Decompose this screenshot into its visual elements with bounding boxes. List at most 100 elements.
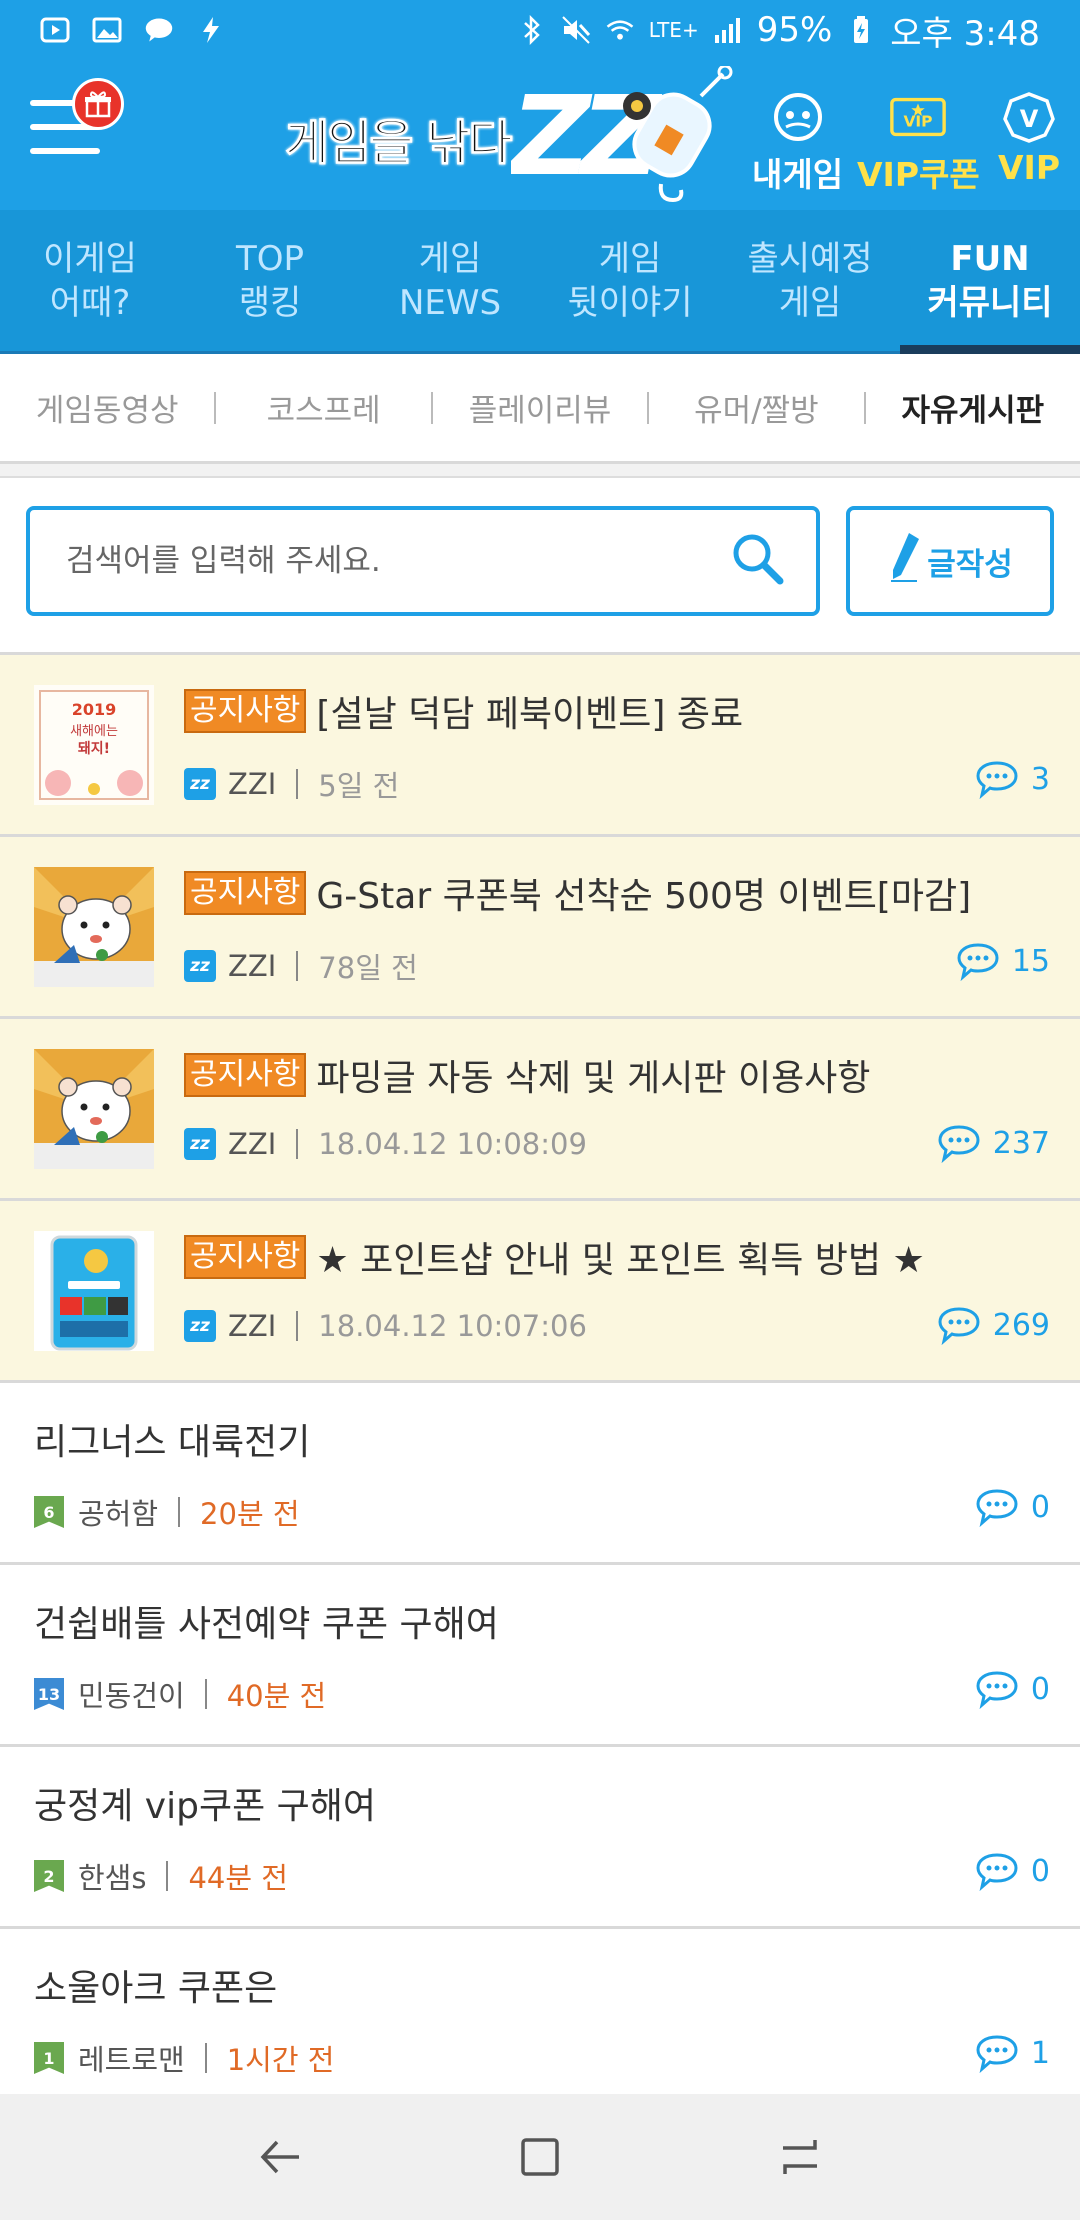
write-post-label: 글작성	[927, 546, 1013, 583]
vip-button[interactable]: V VIP	[998, 90, 1060, 187]
post-title: 공지사항 파밍글 자동 삭제 및 게시판 이용사항	[184, 1049, 870, 1101]
post-title: 건쉽배틀 사전예약 쿠폰 구해여	[34, 1604, 499, 1645]
subtab-game-videos[interactable]: 게임동영상	[0, 385, 214, 430]
kakaotalk-icon	[144, 15, 174, 45]
post-title: 소울아크 쿠폰은	[34, 1968, 278, 2009]
tab-game-news[interactable]: 게임 NEWS	[360, 210, 540, 351]
divider	[166, 1861, 169, 1891]
post-time: 78일 전	[318, 951, 418, 985]
sub-tabs: 게임동영상 코스프레 플레이리뷰 유머/짤방 자유게시판	[0, 354, 1080, 464]
tab-top-ranking[interactable]: TOP 랭킹	[180, 210, 360, 351]
tab-line2: 게임	[778, 282, 842, 323]
status-system: LTE+ 95% 오후 3:48	[517, 6, 1040, 55]
tab-upcoming-games[interactable]: 출시예정 게임	[720, 210, 900, 351]
app-header: 게임을 낚다 ZZ 내게임 VIP VIP쿠폰 V VIP	[0, 60, 1080, 210]
comment-icon	[976, 1853, 1018, 1891]
bolt-icon	[196, 15, 226, 45]
write-post-button[interactable]: 글작성	[846, 506, 1054, 616]
comment-icon	[976, 761, 1018, 799]
post-time: 44분 전	[188, 1861, 288, 1895]
post-title: 공지사항 ★ 포인트샵 안내 및 포인트 획득 방법 ★	[184, 1231, 925, 1283]
vip-coupon-icon: VIP	[888, 90, 948, 144]
comment-icon	[976, 1671, 1018, 1709]
list-item[interactable]: 공지사항 파밍글 자동 삭제 및 게시판 이용사항 zz ZZI 18.04.1…	[0, 1019, 1080, 1201]
subtab-play-review[interactable]: 플레이리뷰	[433, 385, 647, 430]
divider	[204, 1679, 207, 1709]
recents-icon	[783, 2140, 817, 2174]
comment-count-value: 237	[992, 1125, 1050, 1161]
post-time: 40분 전	[226, 1679, 327, 1713]
vip-coupon-button[interactable]: VIP VIP쿠폰	[857, 90, 980, 196]
tab-game-story[interactable]: 게임 뒷이야기	[540, 210, 720, 351]
vip-coupon-label: VIP쿠폰	[857, 155, 980, 194]
list-item[interactable]: 리그너스 대륙전기 6 공허함 20분 전 0	[0, 1383, 1080, 1565]
divider	[296, 951, 299, 981]
list-item[interactable]: 소울아크 쿠폰은 1 레트로맨 1시간 전 1	[0, 1929, 1080, 2111]
status-notifications	[40, 15, 226, 45]
post-author: ZZI	[228, 1127, 277, 1161]
divider	[296, 1129, 299, 1159]
comment-icon	[976, 2035, 1018, 2073]
list-item[interactable]: 공지사항 G-Star 쿠폰북 선착순 500명 이벤트[마감] zz ZZI …	[0, 837, 1080, 1019]
tab-line2: 어때?	[49, 282, 131, 323]
menu-line	[30, 148, 100, 154]
post-thumbnail	[34, 1231, 154, 1351]
svg-text:VIP: VIP	[904, 113, 933, 131]
hamster-mascot-image	[34, 867, 154, 987]
post-meta: 13 민동건이 40분 전	[34, 1673, 326, 1715]
post-title: 공지사항 [설날 덕담 페북이벤트] 종료	[184, 685, 743, 737]
back-button[interactable]	[240, 2117, 320, 2197]
post-time: 1시간 전	[226, 2043, 335, 2077]
svg-text:2019: 2019	[72, 700, 117, 719]
post-meta: 6 공허함 20분 전	[34, 1491, 300, 1533]
subtab-free-board[interactable]: 자유게시판	[866, 385, 1080, 430]
gift-icon[interactable]	[72, 78, 124, 130]
subtab-cosplay[interactable]: 코스프레	[216, 385, 430, 430]
system-nav-bar	[0, 2094, 1080, 2220]
notice-badge: 공지사항	[184, 1053, 307, 1097]
comment-count-value: 269	[992, 1307, 1050, 1343]
comment-count-value: 0	[1030, 1853, 1050, 1889]
list-item[interactable]: 건쉽배틀 사전예약 쿠폰 구해여 13 민동건이 40분 전 0	[0, 1565, 1080, 1747]
post-title-text: G-Star 쿠폰북 선착순 500명 이벤트[마감]	[316, 876, 972, 917]
post-meta: zz ZZI 18.04.12 10:08:09	[184, 1127, 587, 1161]
list-item[interactable]: 2019 새해에는 돼지! 공지사항 [설날 덕담 페북이벤트] 종료 zz Z…	[0, 655, 1080, 837]
list-item[interactable]: 궁정계 vip쿠폰 구해여 2 한샘s 44분 전 0	[0, 1747, 1080, 1929]
comment-count: 0	[975, 1669, 1050, 1709]
tab-line2: 뒷이야기	[567, 282, 693, 323]
tab-line2: NEWS	[398, 282, 502, 323]
home-button[interactable]	[500, 2117, 580, 2197]
zzi-author-icon: zz	[184, 768, 216, 800]
comment-icon	[938, 1307, 980, 1345]
post-author: 민동건이	[78, 1679, 185, 1713]
network-label: LTE+	[648, 18, 699, 42]
post-thumbnail	[34, 1049, 154, 1169]
tab-line1: 게임	[418, 238, 482, 279]
divider	[204, 2043, 207, 2073]
search-icon[interactable]	[730, 531, 786, 591]
comment-count: 237	[937, 1123, 1050, 1163]
post-meta: zz ZZI 5일 전	[184, 763, 399, 805]
main-tabs: 이게임 어때? TOP 랭킹 게임 NEWS 게임 뒷이야기 출시예정 게임 F…	[0, 210, 1080, 354]
tab-game-review[interactable]: 이게임 어때?	[0, 210, 180, 351]
subtab-humor[interactable]: 유머/짤방	[649, 385, 863, 430]
list-item[interactable]: 공지사항 ★ 포인트샵 안내 및 포인트 획득 방법 ★ zz ZZI 18.0…	[0, 1201, 1080, 1383]
recents-button[interactable]	[760, 2117, 840, 2197]
tab-line1: 이게임	[43, 238, 137, 279]
post-author: ZZI	[228, 949, 277, 983]
zzi-logo-icon: ZZ	[508, 64, 733, 203]
my-games-button[interactable]: 내게임	[752, 90, 843, 196]
notice-badge: 공지사항	[184, 1235, 307, 1279]
logo-brand: ZZ	[508, 64, 741, 210]
pointshop-phone-image	[34, 1231, 154, 1351]
post-title: 리그너스 대륙전기	[34, 1422, 311, 1463]
signal-icon	[713, 15, 743, 45]
app-logo[interactable]: 게임을 낚다 ZZ	[285, 64, 765, 210]
post-time: 18.04.12 10:07:06	[318, 1309, 587, 1343]
tab-fun-community[interactable]: FUN 커뮤니티	[900, 210, 1080, 354]
search-input[interactable]	[66, 543, 730, 579]
tab-line1: TOP	[235, 238, 305, 279]
comment-count: 0	[975, 1851, 1050, 1891]
post-title: 궁정계 vip쿠폰 구해여	[34, 1786, 377, 1827]
controller-icon	[768, 90, 828, 144]
